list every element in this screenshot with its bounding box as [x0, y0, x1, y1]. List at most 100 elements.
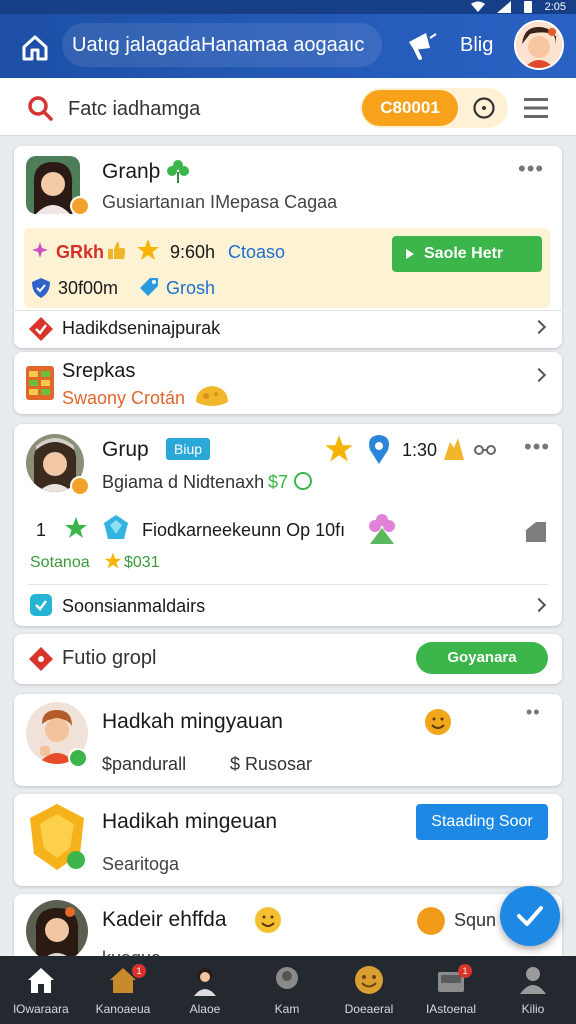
stat-value: 1:30 [402, 440, 438, 460]
girl-avatar-icon [35, 907, 79, 962]
thumb-icon [108, 242, 125, 259]
green-pill-button[interactable]: Goyanara [416, 642, 548, 674]
nav-item-person[interactable]: Alaoe [164, 956, 246, 1024]
nav-label: Kanoaeua [95, 1002, 151, 1016]
card-title: Granþ [102, 160, 161, 183]
promo-label-a: GRkh [56, 242, 105, 262]
card-title: Srepkas [62, 360, 136, 382]
group-card[interactable]: Grup Biup 1:30 ••• Bgiama d Nidtenaxh $7… [14, 424, 562, 626]
price-label: $7 [268, 472, 289, 492]
nav-item-profile[interactable]: Kam [246, 956, 328, 1024]
nav-label: Alaoe [189, 1002, 221, 1016]
nav-item-inbox[interactable]: 1 IAstoenal [410, 956, 492, 1024]
shield-icon [32, 278, 50, 298]
search-text[interactable]: Uatıg jalagadaHanamaa aogaaıc [72, 34, 364, 57]
tag-gray-icon [526, 522, 546, 542]
group-card[interactable]: Granþ ••• Gusiartanıan IMepasa Cagaa GRk… [14, 146, 562, 348]
card-title: Kadeir ehffda [102, 908, 227, 931]
nav-label: lOwaraara [13, 1002, 69, 1016]
tag-icon [140, 278, 158, 296]
profile-avatar[interactable] [514, 20, 564, 70]
blue-action-button[interactable]: Staading Soor [416, 804, 548, 840]
promo-time: 9:60h [170, 242, 216, 262]
flower-icon [369, 514, 395, 544]
check-arrow-icon [517, 906, 543, 926]
nav-item-house[interactable]: 1 Kanoaeua [82, 956, 164, 1024]
avatar-face-icon [516, 22, 562, 68]
status-count: $031 [124, 554, 160, 571]
card-subtitle: Swaony Crotán [62, 388, 186, 408]
calendar-grid-icon [26, 366, 54, 400]
promo-amount: 30f00m [58, 278, 119, 298]
row-text[interactable]: Fiodkarneekeunn Op 10fı [142, 520, 345, 541]
star-green-icon [65, 517, 87, 538]
card-subtitle: Gusiartanıan IMepasa Cagaa [102, 192, 338, 212]
member-avatar[interactable] [26, 900, 88, 962]
nav-label: IAstoenal [425, 1002, 477, 1016]
card-title: Grup [102, 438, 149, 461]
card-subtitle: Searitoga [102, 854, 180, 874]
promo-group[interactable]: Grosh [166, 278, 215, 299]
card-title: Hadikah mingeuan [102, 810, 278, 833]
profile-card[interactable]: Hadkah mingyauan •• $pandurall $ Rusosar [14, 694, 562, 786]
card-label: Futio gropl [62, 647, 157, 669]
status-bar: 2:​05 [0, 0, 576, 14]
nav-item-user[interactable]: Kilio [492, 956, 574, 1024]
card-footer-text[interactable]: Soonsianmaldairs [62, 596, 205, 617]
search-icon[interactable] [26, 94, 54, 122]
promo-button[interactable]: Saole Hetr [392, 236, 542, 272]
clock-icon[interactable] [472, 96, 496, 120]
smiley-icon [255, 907, 281, 933]
trophy-badge-icon [30, 804, 85, 870]
sparkle-icon [32, 242, 48, 258]
status-time: 2:​05 [544, 1, 566, 13]
bottom-navigation: lOwaraara 1 Kanoaeua Alaoe Kam Doeaeral … [0, 956, 576, 1024]
verified-badge-icon [70, 196, 90, 216]
play-icon [406, 249, 414, 259]
badge-card[interactable]: Hadikah mingeuan Searitoga Staading Soor [14, 794, 562, 886]
action-card[interactable]: Futio gropl Goyanara [14, 634, 562, 684]
more-options-icon[interactable]: •• [526, 702, 541, 723]
star-icon [137, 239, 159, 260]
coin-button[interactable]: C80001 [362, 90, 458, 126]
refresh-icon [294, 472, 312, 490]
card-footer-text[interactable]: Hadikdseninajpurak [62, 318, 220, 339]
nav-label: Kam [274, 1002, 300, 1016]
divider [28, 584, 548, 585]
gem-icon [104, 515, 128, 539]
filter-input[interactable]: Fatc iadhamga [68, 98, 200, 121]
check-square-icon [30, 594, 52, 616]
notification-badge: 1 [458, 964, 472, 978]
battery-icon [523, 1, 532, 13]
home-icon[interactable] [20, 32, 50, 62]
divider [14, 310, 562, 311]
diamond-icon [29, 647, 53, 671]
chevron-right-icon[interactable] [531, 319, 547, 335]
meta-a: $pandurall [102, 754, 187, 774]
star-icon [325, 435, 353, 462]
profile-icon [276, 967, 298, 989]
group-tag: Biup [166, 438, 211, 460]
compose-fab[interactable] [500, 886, 560, 946]
nav-item-home[interactable]: lOwaraara [0, 956, 82, 1024]
megaphone-icon[interactable] [406, 30, 438, 60]
card-title: Hadkah mingyauan [102, 710, 283, 733]
smiley-icon [417, 907, 445, 935]
card-subtitle: Bgiama d Nidtenaxh [102, 472, 265, 492]
more-options-icon[interactable]: ••• [524, 434, 550, 460]
user-icon [520, 967, 546, 994]
brand-label: Blig [460, 34, 494, 56]
signal-icon [496, 1, 511, 13]
more-options-icon[interactable]: ••• [518, 156, 544, 182]
glasses-icon [474, 445, 496, 455]
clover-icon [167, 160, 189, 183]
home-icon [28, 968, 54, 993]
menu-icon[interactable] [524, 97, 548, 119]
location-pin-icon [369, 435, 389, 464]
chevron-right-icon[interactable] [531, 597, 547, 613]
promo-link[interactable]: Ctoaso [228, 242, 285, 263]
person-icon [194, 968, 216, 996]
category-card[interactable]: Srepkas Swaony Crotán [14, 352, 562, 414]
chevron-right-icon[interactable] [531, 367, 547, 383]
nav-item-emoji[interactable]: Doeaeral [328, 956, 410, 1024]
